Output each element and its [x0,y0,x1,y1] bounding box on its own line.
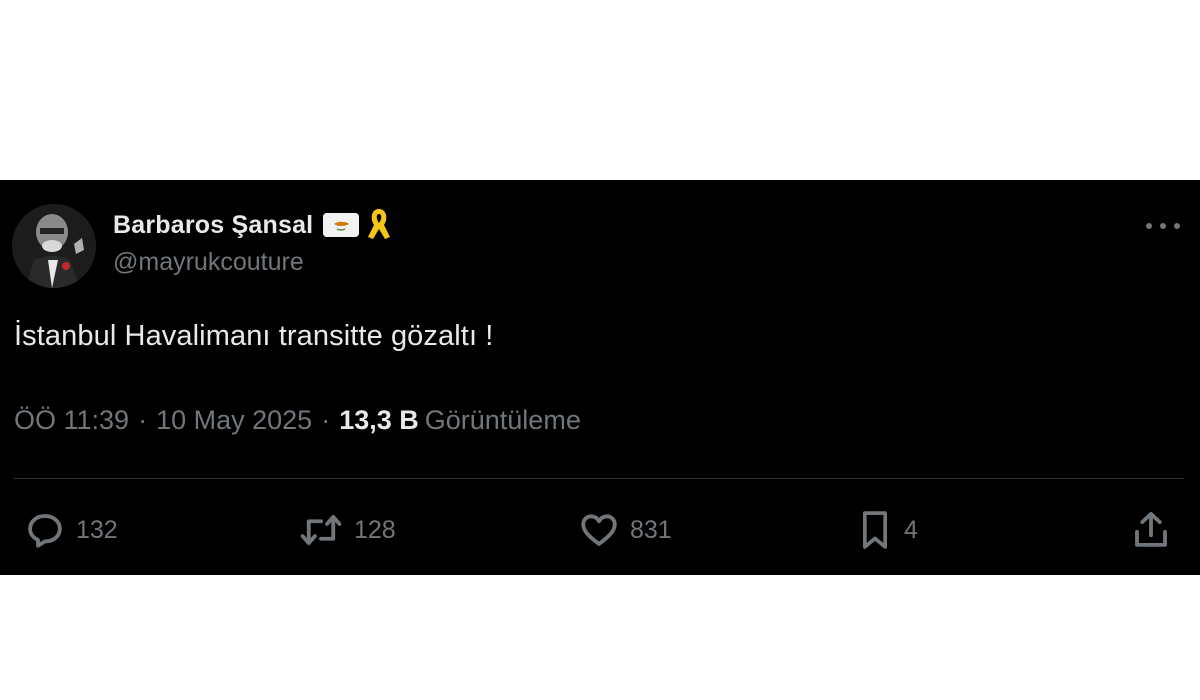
display-name[interactable]: Barbaros Şansal [113,211,313,240]
name-row: Barbaros Şansal [113,208,393,242]
share-button[interactable] [1130,505,1172,555]
like-button[interactable]: 831 [578,505,672,555]
views-count: 13,3 B [339,405,419,435]
meta-separator: · [138,405,148,435]
tweet-card: Barbaros Şansal @mayrukcouture İstanbul … [0,180,1200,575]
cyprus-flag-icon [323,213,360,237]
bookmark-count: 4 [904,515,918,544]
user-handle[interactable]: @mayrukcouture [113,248,304,277]
views-label: Görüntüleme [424,405,581,435]
reply-icon [28,514,62,548]
divider [14,478,1184,479]
retweet-button[interactable]: 128 [298,505,396,555]
meta-separator: · [321,405,331,435]
action-bar: 132 128 831 4 [0,505,1200,555]
heart-icon [581,514,617,546]
reply-count: 132 [76,515,118,544]
tweet-meta: ÖÖ 11:39 · 10 May 2025 · 13,3 B Görüntül… [14,405,581,436]
avatar[interactable] [12,204,96,288]
tweet-text: İstanbul Havalimanı transitte gözaltı ! [14,320,494,352]
retweet-icon [300,514,342,546]
tweet-time[interactable]: ÖÖ 11:39 [14,405,129,436]
share-icon [1135,511,1167,547]
like-count: 831 [630,515,672,544]
yellow-ribbon-icon [365,205,393,246]
tweet-date[interactable]: 10 May 2025 [156,405,312,436]
bookmark-button[interactable]: 4 [856,505,918,555]
reply-button[interactable]: 132 [24,505,118,555]
retweet-count: 128 [354,515,396,544]
more-options-icon[interactable] [1146,216,1180,236]
bookmark-icon [862,511,888,549]
